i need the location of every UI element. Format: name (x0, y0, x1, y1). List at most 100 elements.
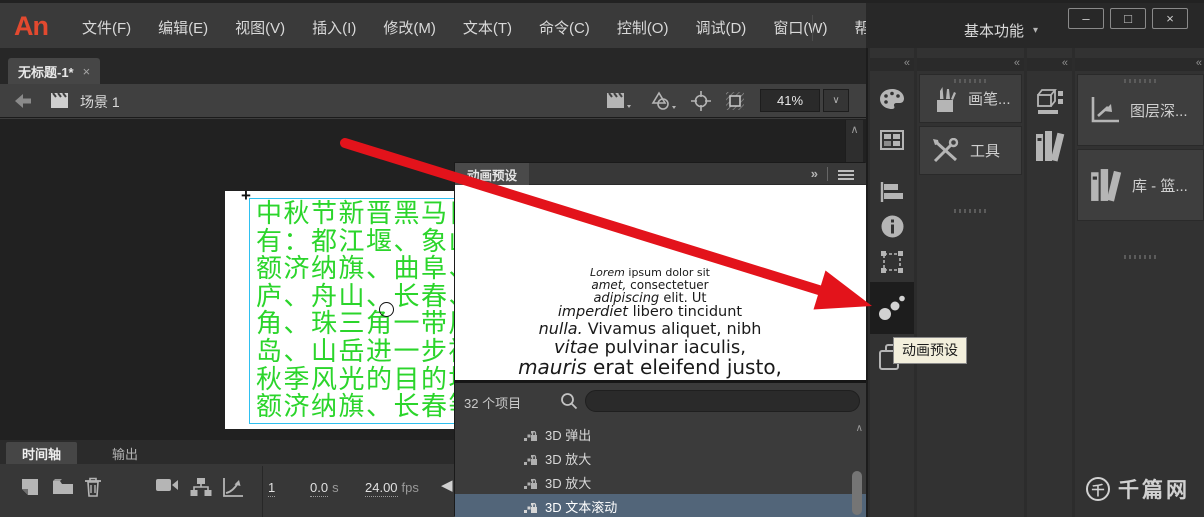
library-books-icon (1035, 131, 1064, 162)
tab-output[interactable]: 输出 (96, 442, 154, 464)
watermark-text: 千篇网 (1118, 479, 1190, 502)
collapse-dock-button[interactable]: « (870, 58, 914, 71)
preview-line: elit. Ut (659, 290, 707, 306)
layer-depth-panel-button[interactable]: 图层深... (1077, 74, 1204, 146)
fps-value: 24.00 (365, 480, 398, 497)
new-layer-icon[interactable] (20, 477, 40, 497)
items-count-label: 32 个项目 (464, 396, 522, 411)
elapsed-time-field[interactable]: 0.0 s (310, 480, 339, 497)
edit-scene-icon[interactable] (606, 92, 632, 110)
preview-line: mauris (518, 354, 587, 379)
center-frame-icon[interactable] (690, 90, 712, 112)
presets-panel-tab[interactable]: 动画预设 (455, 163, 530, 185)
tools-panel-button[interactable]: 工具 (919, 126, 1022, 213)
presets-panel-header: 动画预设 » (455, 163, 866, 185)
menu-window[interactable]: 窗口(W) (773, 17, 827, 38)
minimize-button[interactable]: – (1068, 8, 1104, 29)
align-icon (880, 182, 903, 202)
preset-item-icon (524, 430, 537, 441)
preset-item-icon (524, 478, 537, 489)
menu-modify[interactable]: 修改(M) (383, 17, 436, 38)
main-menu: 文件(F) 编辑(E) 视图(V) 插入(I) 修改(M) 文本(T) 命令(C… (82, 3, 905, 51)
menu-control[interactable]: 控制(O) (617, 17, 669, 38)
collapse-dock-button[interactable]: « (1027, 58, 1072, 71)
menu-command[interactable]: 命令(C) (539, 17, 590, 38)
layer-parenting-icon[interactable] (190, 477, 212, 497)
brushes-icon (937, 86, 956, 112)
tab-timeline[interactable]: 时间轴 (6, 442, 78, 464)
library-panel-button[interactable] (1027, 130, 1072, 162)
collapse-to-icons-icon[interactable]: » (811, 166, 818, 181)
workspace-switcher[interactable]: 基本功能 ▾ (964, 20, 1038, 41)
document-tab-bar: 无标题-1* × (0, 48, 866, 84)
registration-crosshair: + (241, 186, 251, 205)
back-arrow-icon[interactable] (14, 93, 32, 109)
workspace-label: 基本功能 (964, 23, 1025, 40)
brushes-panel-button[interactable]: 画笔... (919, 74, 1022, 123)
info-panel-button[interactable] (870, 215, 914, 238)
new-folder-icon[interactable] (52, 477, 74, 495)
preview-line: adipiscing (593, 290, 660, 306)
info-icon (881, 215, 903, 238)
drag-grip (953, 79, 988, 83)
menu-file[interactable]: 文件(F) (82, 17, 131, 38)
close-button[interactable]: × (1152, 8, 1188, 29)
frame-graph-icon[interactable] (222, 477, 244, 497)
preset-preview-text: Lorem ipsum dolor sit amet, consectetuer… (455, 267, 845, 378)
animate-logo: An (14, 11, 49, 41)
panel-menu-icon[interactable] (838, 170, 854, 172)
menu-view[interactable]: 视图(V) (235, 17, 285, 38)
components-cube-icon (1036, 89, 1063, 114)
animation-presets-icon (879, 295, 905, 320)
list-scrollbar-up[interactable]: ∧ (856, 423, 863, 434)
preset-item-3d-zoom-2[interactable]: 3D 放大 (455, 470, 866, 494)
collapse-dock-button[interactable]: « (1075, 58, 1204, 71)
tab-close-icon[interactable]: × (83, 64, 91, 79)
menu-debug[interactable]: 调试(D) (695, 17, 746, 38)
edit-symbols-icon[interactable] (650, 91, 678, 111)
preset-item-label: 3D 放大 (545, 451, 592, 467)
search-input[interactable] (585, 390, 860, 412)
library-doc-panel-button[interactable]: 库 - 篮... (1077, 149, 1204, 259)
frame-rate-field[interactable]: 24.00 fps (365, 480, 419, 497)
preset-item-3d-popup[interactable]: 3D 弹出 (455, 422, 866, 446)
layer-depth-icon (1091, 97, 1119, 123)
scene-bar: 场景 1 41% ∨ (0, 84, 866, 118)
current-frame-field[interactable]: 1 (268, 480, 276, 497)
align-panel-button[interactable] (870, 182, 914, 202)
delete-trash-icon[interactable] (84, 477, 102, 497)
preset-item-3d-text-scroll[interactable]: 3D 文本滚动 (455, 494, 866, 517)
camera-icon[interactable] (155, 477, 179, 493)
window-controls: – □ × (1068, 8, 1188, 29)
clip-content-icon[interactable] (724, 90, 746, 112)
stage-scrollbar-up[interactable]: ∧ (845, 120, 863, 164)
document-tab[interactable]: 无标题-1* × (8, 58, 101, 84)
panel-button-label: 画笔... (968, 91, 1011, 108)
header-divider (827, 167, 828, 181)
animation-presets-dock-button[interactable] (870, 282, 914, 334)
maximize-button[interactable]: □ (1110, 8, 1146, 29)
swatches-panel-button[interactable] (870, 130, 914, 150)
preset-item-label: 3D 放大 (545, 475, 592, 491)
fps-unit: fps (401, 480, 419, 495)
preset-item-3d-zoom-1[interactable]: 3D 放大 (455, 446, 866, 470)
zoom-level-field[interactable]: 41% (760, 89, 820, 112)
animation-presets-panel: 动画预设 » Lorem ipsum dolor sit amet, conse… (455, 163, 866, 517)
menu-edit[interactable]: 编辑(E) (158, 17, 208, 38)
menu-text[interactable]: 文本(T) (463, 17, 512, 38)
menu-insert[interactable]: 插入(I) (312, 17, 356, 38)
menubar-divider (812, 15, 813, 41)
preset-item-icon (524, 502, 537, 513)
animate-app-window: An 文件(F) 编辑(E) 视图(V) 插入(I) 修改(M) 文本(T) 命… (0, 0, 1204, 517)
preview-line: Vivamus aliquet, nibh (582, 318, 762, 338)
transform-panel-button[interactable] (870, 250, 914, 274)
collapse-dock-button[interactable]: « (917, 58, 1024, 71)
dock-column-labeled-2: « 图层深... 库 - 篮... (1075, 48, 1204, 517)
drag-grip (1123, 79, 1158, 83)
step-back-icon[interactable]: ◀ (441, 476, 453, 494)
list-scrollbar-thumb[interactable] (852, 471, 862, 515)
right-dock-sidebar: « « 画笔... 工具 « « 图层深... 库 - 篮... (866, 48, 1204, 517)
color-panel-button[interactable] (870, 88, 914, 110)
zoom-dropdown-button[interactable]: ∨ (823, 89, 849, 112)
components-panel-button[interactable] (1027, 88, 1072, 116)
